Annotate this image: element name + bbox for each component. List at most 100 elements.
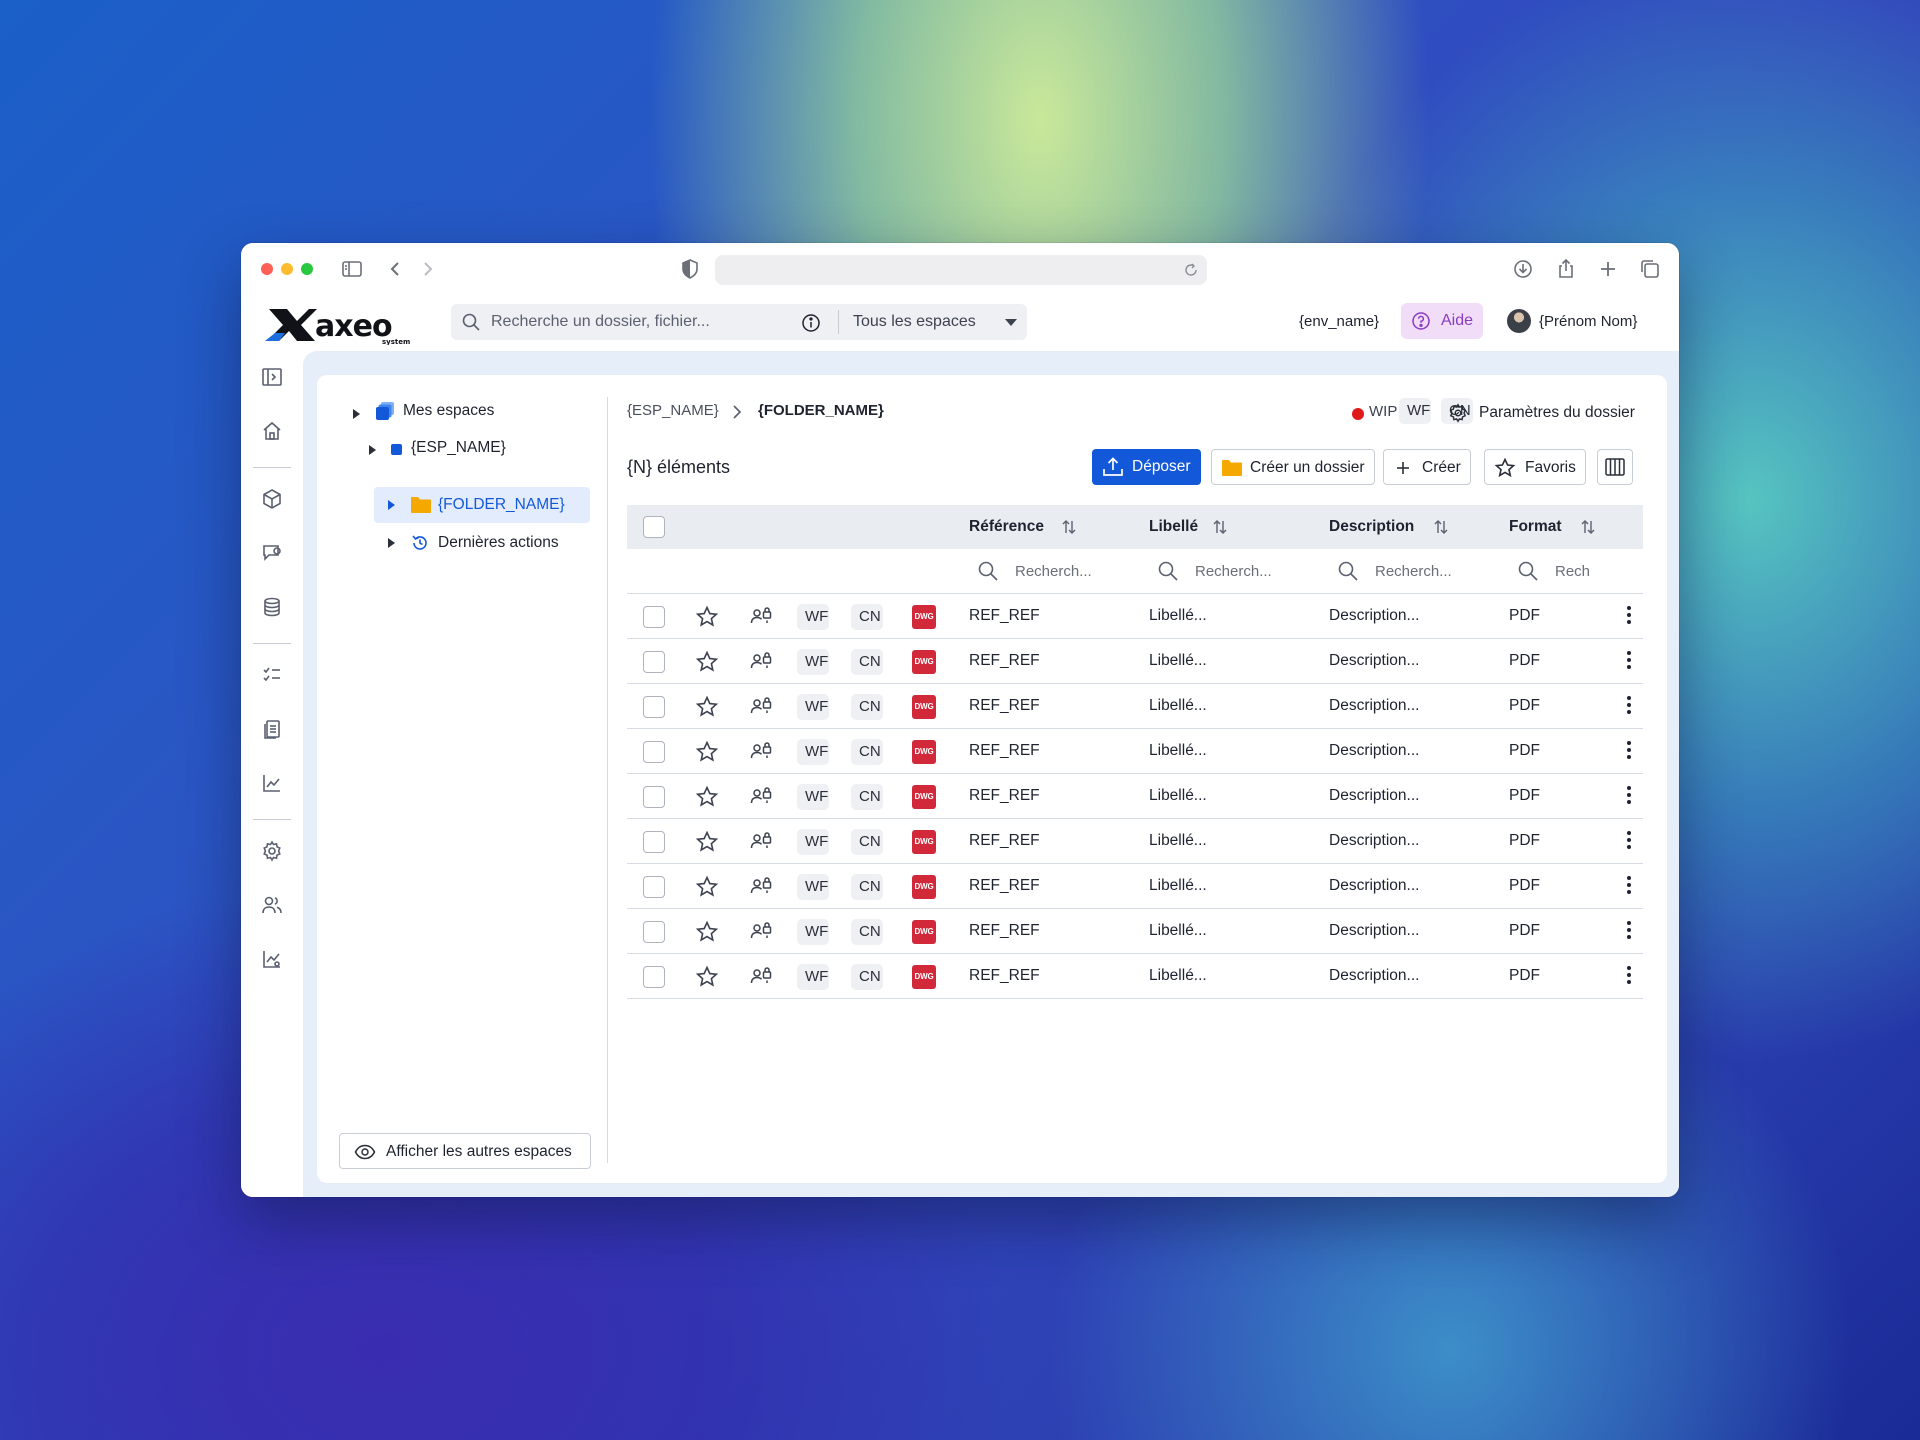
star-icon[interactable] — [695, 830, 719, 854]
row-checkbox[interactable] — [643, 876, 665, 898]
tree-item-space[interactable]: {ESP_NAME} — [365, 439, 585, 473]
message-icon[interactable] — [260, 541, 284, 565]
documents-icon[interactable] — [260, 717, 284, 741]
sort-icon[interactable] — [1060, 518, 1078, 536]
more-icon[interactable] — [1627, 831, 1631, 851]
gear-icon[interactable] — [260, 839, 284, 863]
column-header-reference[interactable]: Référence — [969, 518, 1044, 536]
analytics-icon[interactable] — [260, 947, 284, 971]
star-icon[interactable] — [695, 875, 719, 899]
axeo-logo[interactable]: axeo system — [265, 305, 433, 346]
rail-collapse-icon[interactable] — [260, 365, 284, 389]
table-row[interactable]: WF CN DWG REF_REF Libellé... Description… — [627, 729, 1643, 774]
sidebar-toggle-icon[interactable] — [340, 257, 364, 281]
share-icon[interactable] — [1554, 257, 1578, 281]
table-row[interactable]: WF CN DWG REF_REF Libellé... Description… — [627, 909, 1643, 954]
star-icon[interactable] — [695, 740, 719, 764]
user-lock-icon[interactable] — [749, 829, 773, 853]
table-row[interactable]: WF CN DWG REF_REF Libellé... Description… — [627, 774, 1643, 819]
row-checkbox[interactable] — [643, 921, 665, 943]
more-icon[interactable] — [1627, 696, 1631, 716]
more-icon[interactable] — [1627, 921, 1631, 941]
columns-button[interactable] — [1597, 449, 1633, 485]
download-icon[interactable] — [1511, 257, 1535, 281]
expand-icon[interactable] — [353, 409, 360, 419]
user-lock-icon[interactable] — [749, 649, 773, 673]
table-row[interactable]: WF CN DWG REF_REF Libellé... Description… — [627, 594, 1643, 639]
cube-icon[interactable] — [260, 487, 284, 511]
expand-icon[interactable] — [388, 538, 395, 548]
row-checkbox[interactable] — [643, 696, 665, 718]
column-header-description[interactable]: Description — [1329, 518, 1414, 536]
minimize-window-button[interactable] — [281, 263, 293, 275]
sort-icon[interactable] — [1211, 518, 1229, 536]
expand-icon[interactable] — [388, 500, 395, 510]
expand-icon[interactable] — [369, 445, 376, 455]
select-all-checkbox[interactable] — [643, 516, 665, 538]
row-checkbox[interactable] — [643, 606, 665, 628]
reload-icon[interactable] — [1183, 262, 1199, 278]
chevron-left-icon[interactable] — [383, 257, 407, 281]
row-checkbox[interactable] — [643, 966, 665, 988]
users-icon[interactable] — [260, 893, 284, 917]
row-checkbox[interactable] — [643, 786, 665, 808]
shield-icon[interactable] — [678, 257, 702, 281]
column-header-format[interactable]: Format — [1509, 518, 1562, 536]
more-icon[interactable] — [1627, 606, 1631, 626]
user-lock-icon[interactable] — [749, 739, 773, 763]
checklist-icon[interactable] — [260, 663, 284, 687]
more-icon[interactable] — [1627, 966, 1631, 986]
column-header-libelle[interactable]: Libellé — [1149, 518, 1198, 536]
star-icon[interactable] — [695, 965, 719, 989]
breadcrumb-space[interactable]: {ESP_NAME} — [627, 402, 719, 419]
user-lock-icon[interactable] — [749, 919, 773, 943]
tree-item-mes-espaces[interactable]: Mes espaces — [347, 401, 587, 435]
filter-description-input[interactable] — [1375, 556, 1475, 586]
tree-item-recent[interactable]: Dernières actions — [374, 525, 590, 559]
chart-icon[interactable] — [260, 771, 284, 795]
user-lock-icon[interactable] — [749, 964, 773, 988]
more-icon[interactable] — [1627, 741, 1631, 761]
create-button[interactable]: Créer — [1383, 449, 1471, 485]
sort-icon[interactable] — [1579, 518, 1597, 536]
show-other-spaces-button[interactable]: Afficher les autres espaces — [339, 1133, 591, 1169]
info-icon[interactable] — [801, 313, 821, 333]
filter-reference-input[interactable] — [1015, 556, 1115, 586]
scope-select[interactable]: Tous les espaces — [853, 313, 976, 331]
table-row[interactable]: WF CN DWG REF_REF Libellé... Description… — [627, 684, 1643, 729]
user-lock-icon[interactable] — [749, 784, 773, 808]
plus-icon[interactable] — [1596, 257, 1620, 281]
user-lock-icon[interactable] — [749, 694, 773, 718]
filter-format-input[interactable] — [1555, 556, 1625, 586]
database-icon[interactable] — [260, 595, 284, 619]
tabs-icon[interactable] — [1638, 257, 1662, 281]
upload-button[interactable]: Déposer — [1092, 449, 1201, 485]
more-icon[interactable] — [1627, 876, 1631, 896]
table-row[interactable]: WF CN DWG REF_REF Libellé... Description… — [627, 819, 1643, 864]
table-row[interactable]: WF CN DWG REF_REF Libellé... Description… — [627, 639, 1643, 684]
sort-icon[interactable] — [1432, 518, 1450, 536]
search-input[interactable] — [491, 304, 791, 340]
row-checkbox[interactable] — [643, 741, 665, 763]
star-icon[interactable] — [695, 650, 719, 674]
more-icon[interactable] — [1627, 786, 1631, 806]
user-lock-icon[interactable] — [749, 604, 773, 628]
star-icon[interactable] — [695, 605, 719, 629]
chevron-down-icon[interactable] — [1005, 319, 1017, 326]
favorites-button[interactable]: Favoris — [1484, 449, 1586, 485]
tree-item-folder[interactable]: {FOLDER_NAME} — [374, 487, 590, 521]
row-checkbox[interactable] — [643, 651, 665, 673]
star-icon[interactable] — [695, 920, 719, 944]
row-checkbox[interactable] — [643, 831, 665, 853]
help-button[interactable]: Aide — [1401, 303, 1483, 339]
address-bar[interactable] — [715, 255, 1207, 285]
create-folder-button[interactable]: Créer un dossier — [1211, 449, 1375, 485]
filter-libelle-input[interactable] — [1195, 556, 1295, 586]
close-window-button[interactable] — [261, 263, 273, 275]
home-icon[interactable] — [260, 419, 284, 443]
table-row[interactable]: WF CN DWG REF_REF Libellé... Description… — [627, 864, 1643, 909]
star-icon[interactable] — [695, 785, 719, 809]
star-icon[interactable] — [695, 695, 719, 719]
more-icon[interactable] — [1627, 651, 1631, 671]
maximize-window-button[interactable] — [301, 263, 313, 275]
